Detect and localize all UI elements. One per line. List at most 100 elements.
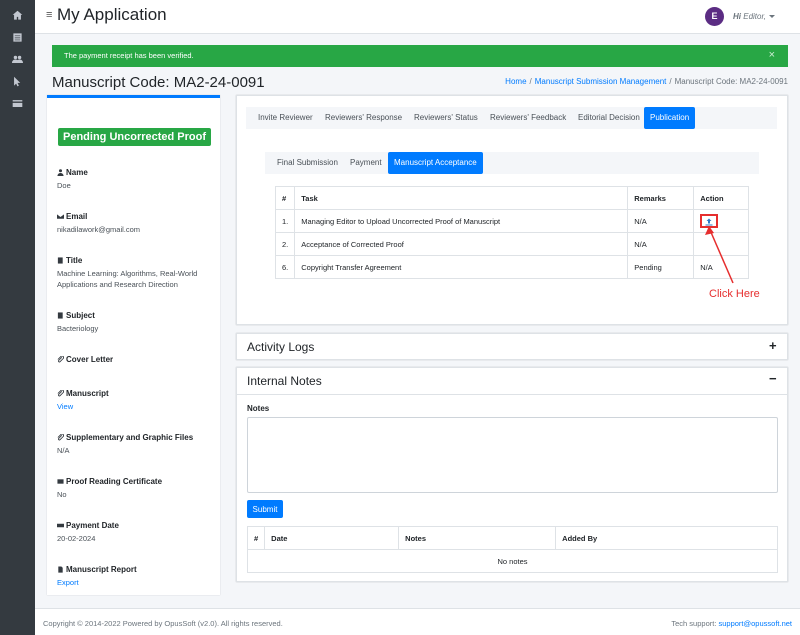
status-badge: Pending Uncorrected Proof <box>58 128 212 146</box>
paperclip-icon <box>57 355 64 363</box>
detail-value: Machine Learning: Algorithms, Real-World… <box>57 269 198 289</box>
row-num: 1. <box>274 209 296 233</box>
report-export-link[interactable]: Export <box>57 577 217 588</box>
pointer-icon[interactable] <box>0 72 35 92</box>
detail-label: Subject <box>66 311 95 320</box>
plus-icon[interactable]: + <box>769 338 777 353</box>
detail-label: Payment Date <box>66 521 119 530</box>
detail-value: nikadilawork@gmail.com <box>57 225 141 234</box>
detail-report: Manuscript Report Export <box>57 565 217 588</box>
publication-subtabs: Final Submission Payment Manuscript Acce… <box>265 152 759 174</box>
breadcrumb-separator: / <box>669 77 672 86</box>
minus-icon[interactable]: − <box>769 371 777 386</box>
row-remarks: N/A <box>627 209 695 233</box>
col-header-num: # <box>246 526 266 550</box>
col-header-action: Action <box>693 186 749 210</box>
activity-logs-card[interactable]: Activity Logs + <box>236 333 788 360</box>
breadcrumb-home[interactable]: Home <box>505 77 526 86</box>
footer-copyright: Copyright © 2014-2022 Powered by OpusSof… <box>43 619 283 628</box>
detail-label: Manuscript <box>66 389 109 398</box>
task-table: # Task Remarks Action 1. Managing Editor… <box>274 186 749 279</box>
detail-email: Email nikadilawork@gmail.com <box>57 212 217 235</box>
breadcrumb-current: Manuscript Code: MA2-24-0091 <box>674 77 788 86</box>
menu-toggle-icon[interactable]: ≡ <box>46 9 52 21</box>
workflow-tabs: Invite Reviewer Reviewers' Response Revi… <box>246 107 777 129</box>
detail-label: Name <box>66 168 88 177</box>
close-icon[interactable]: × <box>769 49 775 61</box>
row-num: 6. <box>274 255 296 279</box>
col-header-date: Date <box>264 526 400 550</box>
notes-textarea[interactable] <box>247 417 778 493</box>
row-num: 2. <box>274 232 296 256</box>
internal-notes-title: Internal Notes <box>247 374 322 388</box>
detail-label: Email <box>66 212 88 221</box>
breadcrumb-section[interactable]: Manuscript Submission Management <box>535 77 667 86</box>
envelope-icon <box>57 214 64 219</box>
col-header-remarks: Remarks <box>627 186 695 210</box>
detail-name: Name Doe <box>57 168 217 191</box>
detail-value: 20-02-2024 <box>57 534 96 543</box>
app-title: My Application <box>57 5 167 24</box>
chevron-down-icon <box>768 15 775 19</box>
user-menu[interactable]: Hi Editor, <box>733 12 775 21</box>
detail-value: Doe <box>57 181 71 190</box>
page-title: Manuscript Code: MA2-24-0091 <box>52 74 265 91</box>
row-task: Managing Editor to Upload Uncorrected Pr… <box>294 209 629 233</box>
table-header-row: # Date Notes Added By <box>246 526 778 550</box>
file-icon <box>58 566 63 573</box>
row-remarks: N/A <box>627 232 695 256</box>
top-navbar: ≡ My Application E Hi Editor, <box>35 0 800 34</box>
tab-reviewers-response[interactable]: Reviewers' Response <box>319 107 408 129</box>
user-greeting: Hi <box>733 12 741 21</box>
row-remarks: Pending <box>627 255 695 279</box>
users-icon[interactable] <box>0 50 35 70</box>
detail-value: N/A <box>57 446 70 455</box>
book-icon <box>57 257 63 264</box>
tab-invite-reviewer[interactable]: Invite Reviewer <box>252 107 319 129</box>
detail-payment-date: Payment Date 20-02-2024 <box>57 521 217 544</box>
annotation-label: Click Here <box>709 288 760 300</box>
submit-button[interactable]: Submit <box>247 500 283 518</box>
sidebar-rail <box>0 0 35 635</box>
notes-label: Notes <box>247 404 270 413</box>
annotation-arrow <box>705 226 734 284</box>
support-label: Tech support: <box>671 619 717 628</box>
divider <box>237 394 787 395</box>
subtab-payment[interactable]: Payment <box>344 152 388 174</box>
detail-label: Proof Reading Certificate <box>66 477 163 486</box>
row-task: Copyright Transfer Agreement <box>294 255 629 279</box>
table-row: 2. Acceptance of Corrected Proof N/A <box>274 232 749 256</box>
col-header-num: # <box>274 186 296 210</box>
avatar[interactable]: E <box>705 7 724 26</box>
paperclip-icon <box>57 433 64 441</box>
subtab-final-submission[interactable]: Final Submission <box>271 152 344 174</box>
row-task: Acceptance of Corrected Proof <box>294 232 629 256</box>
activity-logs-title: Activity Logs <box>247 340 315 354</box>
detail-cover-letter: Cover Letter <box>57 355 217 364</box>
detail-label: Manuscript Report <box>66 565 137 574</box>
tab-publication[interactable]: Publication <box>644 107 696 129</box>
subtab-manuscript-acceptance[interactable]: Manuscript Acceptance <box>388 152 483 174</box>
tab-editorial-decision[interactable]: Editorial Decision <box>572 107 646 129</box>
empty-message: No notes <box>247 549 778 573</box>
detail-supplementary: Supplementary and Graphic Files N/A <box>57 433 217 456</box>
footer: Copyright © 2014-2022 Powered by OpusSof… <box>35 608 800 635</box>
detail-proof-certificate: Proof Reading Certificate No <box>57 477 217 500</box>
money-icon <box>57 523 64 528</box>
alert-message: The payment receipt has been verified. <box>64 51 194 60</box>
home-icon[interactable] <box>0 6 35 26</box>
success-alert: The payment receipt has been verified. × <box>52 45 788 67</box>
user-name: Editor, <box>743 12 766 21</box>
list-icon[interactable] <box>0 28 35 48</box>
detail-value: Bacteriology <box>57 324 99 333</box>
support-email-link[interactable]: support@opussoft.net <box>719 619 793 628</box>
card-icon[interactable] <box>0 94 35 114</box>
detail-label: Supplementary and Graphic Files <box>66 433 194 442</box>
tab-reviewers-status[interactable]: Reviewers' Status <box>408 107 484 129</box>
user-icon <box>57 169 64 176</box>
detail-manuscript: Manuscript View <box>57 389 217 412</box>
manuscript-view-link[interactable]: View <box>57 401 217 412</box>
tab-reviewers-feedback[interactable]: Reviewers' Feedback <box>484 107 572 129</box>
col-header-added-by: Added By <box>555 526 778 550</box>
manuscript-details-card: Pending Uncorrected Proof Name Doe Email… <box>47 95 220 595</box>
